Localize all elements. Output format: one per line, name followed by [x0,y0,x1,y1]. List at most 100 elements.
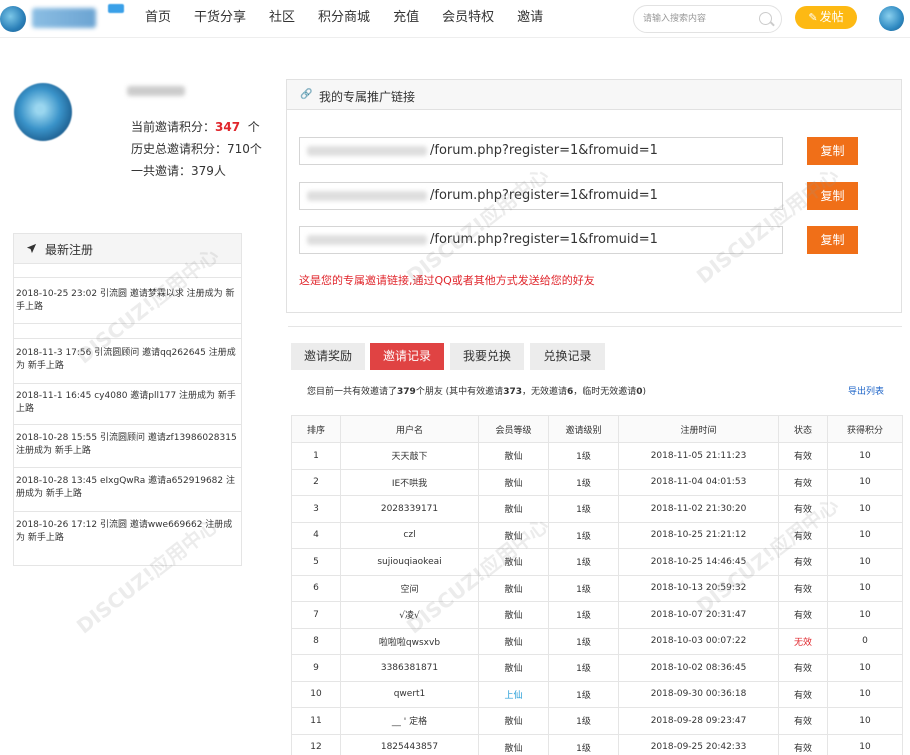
cell-rank: 7 [291,601,341,629]
cell-status: 有效 [778,442,828,470]
table-row: 6 空间 散仙 1级 2018-10-13 20:59:32 有效 10 [291,574,903,602]
cell-username: sujiouqiaokeai [340,548,479,576]
cell-invite-level: 1级 [548,548,619,576]
cell-invite-level: 1级 [548,601,619,629]
col-invite-level: 邀请级别 [548,415,619,443]
summary-text: ，临时无效邀请 [573,387,637,397]
tab-redeem[interactable]: 我要兑换 [450,343,524,370]
cell-member-level: 散仙 [478,733,549,755]
cell-invite-level: 1级 [548,680,619,708]
cell-invite-level: 1级 [548,442,619,470]
cell-register-time: 2018-10-07 20:31:47 [618,601,779,629]
invite-summary: 您目前一共有效邀请了379个朋友 (其中有效邀请373，无效邀请6，临时无效邀请… [307,384,646,397]
cell-points: 10 [827,521,903,549]
list-item: 2018-10-28 15:55 引流圆顾问 邀请zf13986028315 注… [14,424,241,467]
site-logo[interactable] [0,4,126,34]
cell-invite-level: 1级 [548,733,619,755]
nav-points-mall[interactable]: 积分商城 [318,0,370,38]
nav-home[interactable]: 首页 [145,0,171,38]
referral-link-field[interactable]: /forum.php?register=1&fromuid=1 [299,226,783,254]
cell-points: 10 [827,574,903,602]
cell-rank: 2 [291,468,341,496]
cell-register-time: 2018-09-25 20:42:33 [618,733,779,755]
summary-text: ) [642,387,647,397]
list-item-text: 2018-10-25 23:02 引流圆 邀请梦霖以求 注册成为 新手上路 [16,289,235,312]
list-item: 2018-11-3 17:56 引流圆顾问 邀请qq262645 注册成为 新手… [14,338,241,383]
logo-text-blurred [32,8,96,28]
send-icon [26,243,37,254]
summary-count: 379 [397,387,416,397]
cell-username: __ ' 定格 [340,707,479,735]
cell-points: 10 [827,468,903,496]
export-list-link[interactable]: 导出列表 [848,384,884,397]
pencil-icon: ✎ [808,11,818,24]
list-item: 2018-11-1 16:45 cy4080 邀请pll177 注册成为 新手上… [14,383,241,424]
referral-link-panel: 🔗 我的专属推广链接 /forum.php?register=1&fromuid… [286,79,902,313]
list-item: 2018-10-25 23:02 引流圆 邀请梦霖以求 注册成为 新手上路 [14,277,241,323]
user-avatar[interactable] [879,6,904,31]
cell-status: 有效 [778,495,828,523]
cell-member-level: 散仙 [478,574,549,602]
logo-tag [108,4,124,13]
nav-invite[interactable]: 邀请 [517,0,543,38]
link-domain-blurred [307,146,427,156]
cell-invite-level: 1级 [548,574,619,602]
nav-articles[interactable]: 干货分享 [194,0,246,38]
current-points-value: 347 [215,120,241,134]
post-button-label: 发帖 [819,10,844,24]
search-input[interactable] [643,11,753,27]
copy-button[interactable]: 复制 [807,182,858,210]
nav-vip[interactable]: 会员特权 [442,0,494,38]
cell-username: √凌√ [340,601,479,629]
cell-rank: 9 [291,654,341,682]
referral-link-field[interactable]: /forum.php?register=1&fromuid=1 [299,137,783,165]
list-item: 2018-10-26 17:12 引流圆 邀请wwe669662 注册成为 新手… [14,511,241,554]
tab-invite-rewards[interactable]: 邀请奖励 [291,343,365,370]
cell-status: 有效 [778,733,828,755]
link-path: /forum.php?register=1&fromuid=1 [430,232,658,247]
cell-username: czl [340,521,479,549]
referral-link-field[interactable]: /forum.php?register=1&fromuid=1 [299,182,783,210]
cell-register-time: 2018-10-25 14:46:45 [618,548,779,576]
col-status: 状态 [778,415,828,443]
cell-status: 有效 [778,601,828,629]
table-row: 9 3386381871 散仙 1级 2018-10-02 08:36:45 有效 10 [291,654,903,682]
cell-rank: 8 [291,627,341,655]
referral-link-title: 我的专属推广链接 [319,90,416,104]
profile-name-blurred [127,86,185,96]
copy-button[interactable]: 复制 [807,226,858,254]
table-row: 8 啦啦啦qwsxvb 散仙 1级 2018-10-03 00:07:22 无效 0 [291,627,903,655]
cell-register-time: 2018-09-28 09:23:47 [618,707,779,735]
cell-register-time: 2018-10-02 08:36:45 [618,654,779,682]
table-row: 12 1825443857 散仙 1级 2018-09-25 20:42:33 有效 10 [291,733,903,755]
nav-recharge[interactable]: 充值 [393,0,419,38]
cell-rank: 3 [291,495,341,523]
cell-username: 2028339171 [340,495,479,523]
cell-member-level: 散仙 [478,654,549,682]
tab-invite-records[interactable]: 邀请记录 [370,343,444,370]
summary-text: ，无效邀请 [521,387,567,397]
cell-points: 10 [827,495,903,523]
tab-redeem-records[interactable]: 兑换记录 [530,343,605,370]
link-path: /forum.php?register=1&fromuid=1 [430,143,658,158]
cell-points: 10 [827,601,903,629]
cell-invite-level: 1级 [548,468,619,496]
link-domain-blurred [307,235,427,245]
nav-community[interactable]: 社区 [269,0,295,38]
cell-register-time: 2018-10-13 20:59:32 [618,574,779,602]
section-divider [288,326,902,327]
cell-register-time: 2018-11-05 21:11:23 [618,442,779,470]
search-icon[interactable] [759,12,772,25]
col-member-level: 会员等级 [478,415,549,443]
cell-rank: 10 [291,680,341,708]
cell-member-level: 散仙 [478,627,549,655]
list-item: 2018-10-28 13:45 eIxgQwRa 邀请a652919682 注… [14,467,241,511]
cell-member-level: 散仙 [478,548,549,576]
cell-member-level: 上仙 [478,680,549,708]
cell-status: 有效 [778,468,828,496]
table-row: 3 2028339171 散仙 1级 2018-11-02 21:30:20 有效 10 [291,495,903,523]
link-icon: 🔗 [300,89,313,100]
post-button[interactable]: ✎ 发帖 [795,6,857,29]
copy-button[interactable]: 复制 [807,137,858,165]
cell-points: 10 [827,733,903,755]
